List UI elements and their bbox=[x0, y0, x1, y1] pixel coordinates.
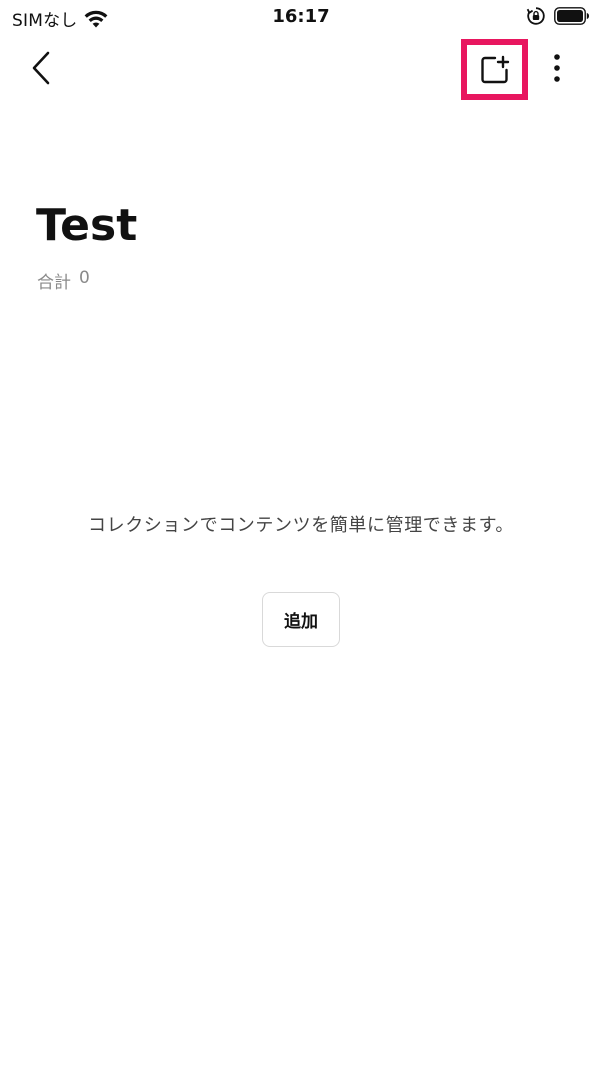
back-button[interactable] bbox=[22, 48, 62, 88]
vertical-ellipsis-icon bbox=[554, 54, 560, 82]
total-label: 合計 bbox=[37, 273, 71, 293]
add-button[interactable]: 追加 bbox=[262, 592, 340, 647]
battery-icon bbox=[554, 7, 589, 25]
new-item-plus-icon bbox=[480, 55, 509, 83]
total-value: 0 bbox=[79, 268, 90, 288]
status-right-group bbox=[526, 6, 590, 26]
rotation-lock-icon bbox=[526, 7, 545, 25]
chevron-left-icon bbox=[32, 51, 50, 85]
empty-state-message: コレクションでコンテンツを簡単に管理できます。 bbox=[88, 515, 514, 536]
collection-title: Test bbox=[36, 200, 138, 251]
total-count: 合計 0 bbox=[37, 268, 90, 293]
status-bar: SIMなし 16:17 bbox=[0, 0, 602, 34]
more-options-button[interactable] bbox=[540, 48, 574, 88]
new-item-button[interactable] bbox=[461, 39, 528, 100]
status-time: 16:17 bbox=[272, 6, 330, 27]
